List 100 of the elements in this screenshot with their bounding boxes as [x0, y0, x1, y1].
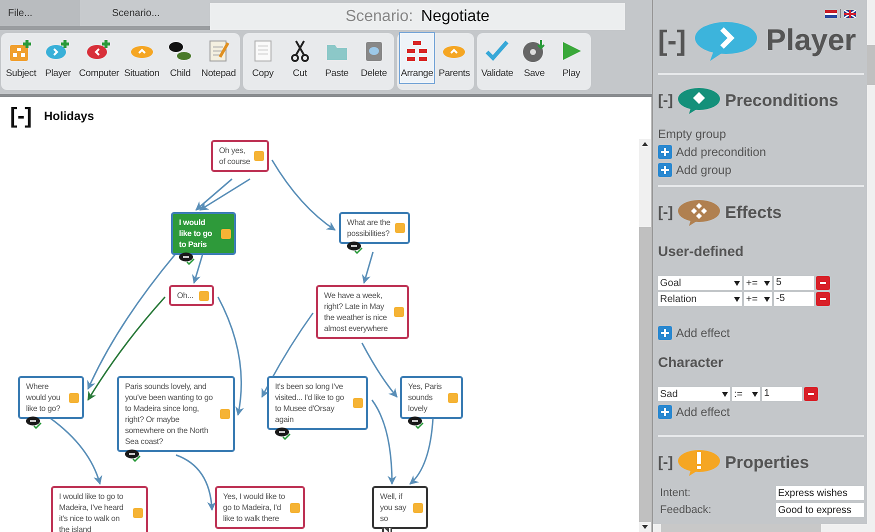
chat-check-icon: [179, 252, 195, 265]
property-field[interactable]: Good to express: [776, 502, 864, 517]
field-label: Intent:: [659, 486, 692, 501]
remove-icon[interactable]: [816, 276, 830, 290]
remove-icon[interactable]: [804, 387, 818, 401]
uk-flag-icon[interactable]: [844, 10, 856, 18]
connector-arrow: [362, 252, 374, 284]
note-marker: [394, 307, 404, 317]
connector-arrow: [176, 454, 216, 511]
collapse-toggle[interactable]: [-]: [658, 202, 673, 224]
add-link[interactable]: Add effect: [676, 403, 730, 421]
caret-icon: [764, 280, 770, 286]
add-link[interactable]: Add effect: [676, 324, 730, 342]
connector-arrow: [409, 418, 434, 485]
note-marker: [221, 228, 231, 238]
note-marker: [395, 223, 405, 233]
toolbar-button[interactable]: Paste: [318, 32, 355, 84]
toolbar-button[interactable]: Parents: [436, 32, 472, 84]
toolbar-button[interactable]: Arrange: [398, 32, 436, 84]
exclamation-bubble-icon: [677, 449, 721, 477]
node-text: What are the possibilities?: [347, 217, 392, 239]
dialogue-node[interactable]: Yes, I would like to go to Madeira, I'd like to walk there: [215, 486, 305, 529]
operator-select[interactable]: +=: [744, 276, 772, 290]
node-text: Yes, Paris sounds lovely: [408, 381, 443, 414]
dialogue-node[interactable]: I would like to go to Paris: [171, 212, 236, 255]
note-marker: [133, 508, 143, 518]
dialogue-node[interactable]: Well, if you say so: [372, 486, 428, 529]
checkmark-icon: [484, 38, 510, 63]
scenario-name: Negotiate: [421, 6, 490, 26]
collapse-toggle[interactable]: [-]: [658, 90, 673, 112]
variable-select[interactable]: Sad: [658, 387, 730, 401]
value-field[interactable]: 1: [762, 387, 802, 401]
plus-icon: [658, 405, 672, 419]
property-field[interactable]: Express wishes: [776, 486, 864, 500]
value-field[interactable]: -5: [774, 292, 814, 306]
chat-check-icon: [125, 449, 141, 462]
scrollbar-thumb[interactable]: [661, 524, 821, 532]
dutch-flag-icon[interactable]: [825, 10, 837, 18]
connector-arrow: [271, 160, 336, 231]
node-text: I would like to go to Madeira, I've heard it's nice to walk on the island: [59, 491, 124, 532]
caret-icon: [734, 280, 740, 286]
node-text: Paris sounds lovely, and you've been wanting to go to Madeira since long, right? Or maybe somewhere on the North Sea coast?: [125, 381, 214, 447]
caret-icon: [752, 392, 758, 396]
menu-tab[interactable]: Scenario...: [80, 0, 210, 26]
toolbar-button[interactable]: Player: [40, 32, 76, 84]
collapse-toggle[interactable]: [-]: [10, 105, 32, 127]
scrollbar[interactable]: [867, 0, 875, 524]
dialogue-node[interactable]: Oh...: [169, 285, 214, 306]
add-link[interactable]: Add group: [676, 161, 732, 179]
dialogue-node[interactable]: It's been so long I've visited... I'd like to go to Musee d'Orsay again: [267, 376, 368, 430]
connector-arrow: [361, 342, 398, 398]
note-marker: [254, 151, 264, 161]
toolbar-button[interactable]: Validate: [479, 32, 516, 84]
chat-check-icon: [26, 416, 42, 429]
caret-icon: [734, 296, 740, 302]
value-field[interactable]: 5: [774, 276, 814, 290]
dialogue-node[interactable]: Oh yes, of course: [211, 140, 269, 172]
chat-check-icon: [408, 416, 424, 429]
dialogue-node[interactable]: Where would you like to go?: [18, 376, 84, 419]
canvas-title: Holidays: [44, 108, 94, 125]
operator-select[interactable]: :=: [732, 387, 760, 401]
collapse-toggle[interactable]: [-]: [658, 452, 673, 474]
toolbar-button[interactable]: Child: [162, 32, 198, 84]
connector-arrow: [195, 178, 232, 211]
speech-bubble-icon: [694, 20, 758, 62]
scrollbar-thumb[interactable]: [867, 45, 875, 85]
node-text: It's been so long I've visited... I'd like to go to Musee d'Orsay again: [275, 381, 346, 425]
variable-select[interactable]: Goal: [658, 276, 742, 290]
scrollbar[interactable]: [639, 139, 651, 532]
empty-group-text: Empty group: [658, 126, 728, 143]
node-text: Where would you like to go?: [26, 381, 62, 414]
note-marker: [353, 398, 363, 408]
toolbar-button[interactable]: Play: [553, 32, 590, 84]
dialogue-node[interactable]: What are the possibilities?: [339, 212, 410, 244]
remove-icon[interactable]: [816, 292, 830, 306]
operator-select[interactable]: +=: [744, 292, 772, 306]
toolbar-button[interactable]: Delete: [356, 32, 392, 84]
section-title: Preconditions: [725, 90, 838, 112]
variable-select[interactable]: Relation: [658, 292, 742, 306]
add-link[interactable]: Add precondition: [676, 143, 766, 161]
dialogue-node[interactable]: We have a week, right? Late in May the weather is nice almost everywhere: [316, 285, 409, 339]
toolbar-button[interactable]: Notepad: [199, 32, 238, 84]
toolbar-button[interactable]: Computer: [77, 32, 122, 84]
toolbar-button[interactable]: Subject: [3, 32, 39, 84]
caret-icon: [764, 296, 770, 302]
collapse-toggle[interactable]: [-]: [658, 20, 686, 62]
node-text: Oh...: [177, 290, 194, 301]
dialogue-node[interactable]: Yes, Paris sounds lovely: [400, 376, 463, 419]
toolbar-button[interactable]: Cut: [282, 32, 318, 84]
note-marker: [413, 502, 423, 512]
dialogue-node[interactable]: I would like to go to Madeira, I've heard it's nice to walk on the island: [51, 486, 148, 532]
scrollbar-thumb[interactable]: [639, 227, 651, 522]
node-text: Well, if you say so: [380, 491, 408, 524]
group-heading: Character: [658, 353, 724, 372]
toolbar-button[interactable]: Copy: [244, 32, 281, 84]
toolbar-button[interactable]: Situation: [122, 32, 162, 84]
toolbar-button[interactable]: Save: [516, 32, 552, 84]
horizontal-scrollbar[interactable]: [653, 524, 875, 532]
note-marker: [290, 502, 300, 512]
dialogue-node[interactable]: Paris sounds lovely, and you've been wanting to go to Madeira since long, right? Or maybe somewhere on the North Sea coast?: [117, 376, 235, 452]
